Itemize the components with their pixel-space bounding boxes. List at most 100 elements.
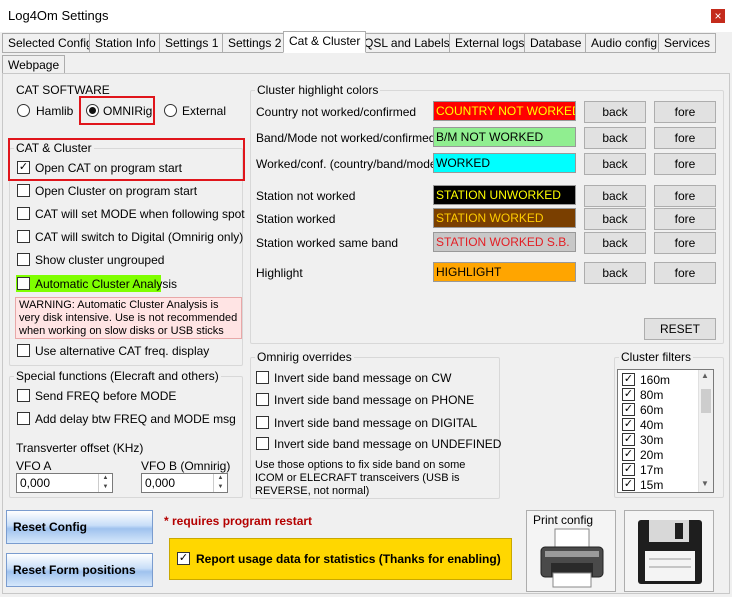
highlight-row-label: Band/Mode not worked/confirmed bbox=[256, 131, 436, 145]
cb-add-delay-label: Add delay btw FREQ and MODE msg bbox=[35, 412, 236, 426]
highlight-sample-box: STATION UNWORKED bbox=[433, 185, 576, 205]
back-color-button[interactable]: back bbox=[584, 153, 646, 175]
tab-station-info[interactable]: Station Info bbox=[89, 33, 162, 53]
highlight-row-label: Highlight bbox=[256, 266, 303, 280]
fore-color-button[interactable]: fore bbox=[654, 101, 716, 123]
cluster-filter-checkbox[interactable]: ✓ bbox=[622, 448, 635, 461]
cb-invert-cw[interactable] bbox=[256, 371, 269, 384]
tab-selected-config[interactable]: Selected Config bbox=[2, 33, 99, 53]
fore-color-button[interactable]: fore bbox=[654, 153, 716, 175]
scroll-up-icon[interactable]: ▲ bbox=[701, 371, 709, 380]
cluster-filters-list[interactable]: ✓ 160m ✓ 80m ✓ 60m ✓ 40m ✓ 30m ✓ 20m ✓ 17m ✓ 15m ▲ ▼ bbox=[617, 369, 714, 493]
tab-cat-cluster[interactable]: Cat & Cluster bbox=[283, 31, 367, 53]
tab-settings-1[interactable]: Settings 1 bbox=[159, 33, 225, 53]
cluster-filter-label: 80m bbox=[640, 388, 664, 402]
cb-cluster-ungrouped[interactable] bbox=[17, 253, 30, 266]
cluster-filter-label: 17m bbox=[640, 463, 664, 477]
tab-webpage[interactable]: Webpage bbox=[2, 55, 66, 75]
cb-invert-cw-label: Invert side band message on CW bbox=[274, 371, 452, 385]
omnirig-overrides-title: Omnirig overrides bbox=[255, 350, 354, 364]
window-title: Log4Om Settings bbox=[8, 8, 109, 23]
tab-services[interactable]: Services bbox=[658, 33, 717, 53]
scroll-down-icon[interactable]: ▼ bbox=[701, 479, 709, 488]
back-color-button[interactable]: back bbox=[584, 232, 646, 254]
restart-note: * requires program restart bbox=[164, 514, 313, 528]
tab-qsl-labels[interactable]: QSL and Labels bbox=[358, 33, 456, 53]
cluster-filter-label: 160m bbox=[640, 373, 671, 387]
vfo-b-spin-arrows[interactable]: ▲ ▼ bbox=[213, 474, 227, 492]
cluster-filters-title: Cluster filters bbox=[619, 350, 694, 364]
printer-icon bbox=[540, 528, 604, 588]
cb-open-cluster[interactable] bbox=[17, 184, 30, 197]
print-config-button[interactable]: Print config bbox=[526, 510, 616, 592]
fore-color-button[interactable]: fore bbox=[654, 232, 716, 254]
cluster-filter-checkbox[interactable]: ✓ bbox=[622, 373, 635, 386]
back-color-button[interactable]: back bbox=[584, 262, 646, 284]
cluster-warning: WARNING: Automatic Cluster Analysis is v… bbox=[15, 297, 242, 339]
cluster-filter-checkbox[interactable]: ✓ bbox=[622, 403, 635, 416]
cb-invert-phone[interactable] bbox=[256, 393, 269, 406]
cb-invert-digital-label: Invert side band message on DIGITAL bbox=[274, 416, 478, 430]
cluster-filter-label: 60m bbox=[640, 403, 664, 417]
cluster-filter-checkbox[interactable]: ✓ bbox=[622, 418, 635, 431]
cb-auto-cluster[interactable] bbox=[17, 277, 30, 290]
fore-color-button[interactable]: fore bbox=[654, 208, 716, 230]
cluster-filter-checkbox[interactable]: ✓ bbox=[622, 388, 635, 401]
transverter-label: Transverter offset (KHz) bbox=[16, 441, 144, 455]
radio-hamlib[interactable] bbox=[17, 104, 30, 117]
fore-color-button[interactable]: fore bbox=[654, 262, 716, 284]
tab-database[interactable]: Database bbox=[524, 33, 588, 53]
fore-color-button[interactable]: fore bbox=[654, 185, 716, 207]
cb-add-delay[interactable] bbox=[17, 412, 30, 425]
highlight-row-label: Station not worked bbox=[256, 189, 356, 203]
highlight-sample-box: STATION WORKED S.B. bbox=[433, 232, 576, 252]
radio-omnirig[interactable] bbox=[86, 104, 99, 117]
cb-send-freq[interactable] bbox=[17, 389, 30, 402]
cb-cat-digital[interactable] bbox=[17, 230, 30, 243]
cluster-filter-label: 40m bbox=[640, 418, 664, 432]
cluster-filter-checkbox[interactable]: ✓ bbox=[622, 433, 635, 446]
vfo-a-input[interactable]: 0,000 ▲ ▼ bbox=[16, 473, 113, 493]
reset-config-button[interactable]: Reset Config bbox=[6, 510, 153, 544]
cluster-filters-scrollbar[interactable]: ▲ ▼ bbox=[698, 370, 713, 492]
back-color-button[interactable]: back bbox=[584, 185, 646, 207]
cb-cat-digital-label: CAT will switch to Digital (Omnirig only… bbox=[35, 230, 244, 244]
scroll-thumb[interactable] bbox=[701, 389, 711, 413]
highlight-row-label: Worked/conf. (country/band/mode) bbox=[256, 157, 441, 171]
cb-open-cat-label: Open CAT on program start bbox=[35, 161, 182, 175]
cluster-filter-checkbox[interactable]: ✓ bbox=[622, 463, 635, 476]
cb-alt-freq[interactable] bbox=[17, 344, 30, 357]
cb-report-usage[interactable]: ✓ bbox=[177, 552, 190, 565]
tab-external-logs[interactable]: External logs bbox=[449, 33, 531, 53]
reset-colors-button[interactable]: RESET bbox=[644, 318, 716, 340]
reset-form-positions-button[interactable]: Reset Form positions bbox=[6, 553, 153, 587]
cluster-filter-checkbox[interactable]: ✓ bbox=[622, 478, 635, 491]
highlight-sample-box: STATION WORKED bbox=[433, 208, 576, 228]
report-usage-label: Report usage data for statistics (Thanks… bbox=[196, 552, 501, 566]
fore-color-button[interactable]: fore bbox=[654, 127, 716, 149]
back-color-button[interactable]: back bbox=[584, 101, 646, 123]
back-color-button[interactable]: back bbox=[584, 127, 646, 149]
highlight-sample-box: COUNTRY NOT WORKED bbox=[433, 101, 576, 121]
cb-invert-undefined[interactable] bbox=[256, 437, 269, 450]
save-button[interactable] bbox=[624, 510, 714, 592]
tab-settings-2[interactable]: Settings 2 bbox=[222, 33, 288, 53]
cb-invert-undefined-label: Invert side band message on UNDEFINED bbox=[274, 437, 502, 451]
close-icon[interactable]: × bbox=[711, 9, 725, 23]
cb-cat-set-mode-label: CAT will set MODE when following spot bbox=[35, 207, 245, 221]
cb-invert-digital[interactable] bbox=[256, 416, 269, 429]
cluster-filter-label: 30m bbox=[640, 433, 664, 447]
cluster-filter-label: 20m bbox=[640, 448, 664, 462]
vfo-b-label: VFO B (Omnirig) bbox=[141, 459, 231, 473]
vfo-a-spin-arrows[interactable]: ▲ ▼ bbox=[98, 474, 112, 492]
vfo-b-input[interactable]: 0,000 ▲ ▼ bbox=[141, 473, 228, 493]
radio-external[interactable] bbox=[164, 104, 177, 117]
cb-cat-set-mode[interactable] bbox=[17, 207, 30, 220]
cb-open-cat[interactable]: ✓ bbox=[17, 161, 30, 174]
cb-send-freq-label: Send FREQ before MODE bbox=[35, 389, 177, 403]
special-functions-title: Special functions (Elecraft and others) bbox=[14, 369, 221, 383]
tab-audio-config[interactable]: Audio config bbox=[585, 33, 664, 53]
back-color-button[interactable]: back bbox=[584, 208, 646, 230]
highlight-sample-box: WORKED bbox=[433, 153, 576, 173]
cluster-filter-label: 15m bbox=[640, 478, 664, 492]
